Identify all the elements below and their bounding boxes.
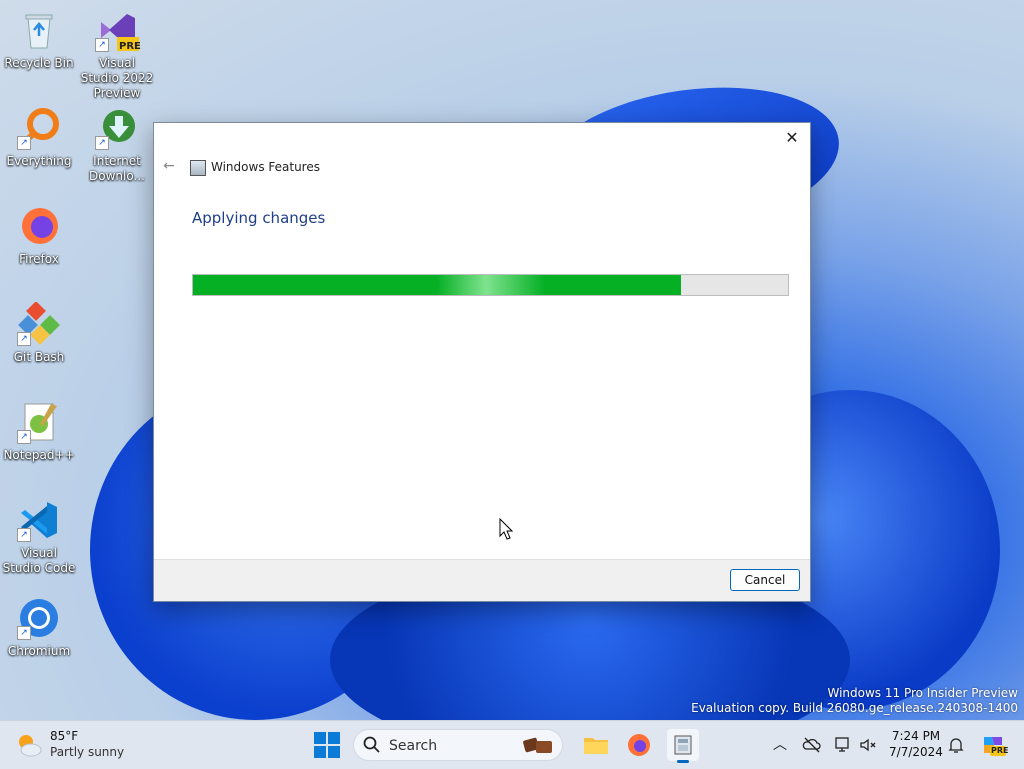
evaluation-watermark: Windows 11 Pro Insider Preview Evaluatio… [691, 686, 1018, 716]
weather-widget[interactable]: 85°F Partly sunny [16, 728, 156, 762]
active-app-indicator [677, 760, 689, 763]
onedrive-offline-icon[interactable] [802, 735, 822, 755]
clock-date: 7/7/2024 [889, 745, 943, 759]
watermark-line2: Evaluation copy. Build 26080.ge_release.… [691, 701, 1018, 715]
taskbar: 85°F Partly sunny Search ︿ 7:24 PM 7/7/2… [0, 720, 1024, 769]
vscode-icon: ↗ [17, 498, 61, 542]
shortcut-arrow-icon: ↗ [17, 430, 31, 444]
desktop-icon-notepad-plus-plus[interactable]: ↗ Notepad++ [1, 400, 77, 463]
file-explorer-button[interactable] [580, 729, 612, 761]
desktop-icon-git-bash[interactable]: ↗ Git Bash [1, 301, 77, 365]
desktop-icon-label: Git Bash [13, 350, 65, 364]
search-icon [363, 736, 381, 754]
desktop-icon-label: Everything [6, 154, 72, 168]
desktop-icon-label: Internet Downlo... [89, 154, 145, 183]
copilot-button[interactable]: PRE [980, 731, 1009, 757]
partly-sunny-icon [16, 732, 42, 758]
back-arrow-icon[interactable]: ← [160, 157, 178, 175]
windows-features-taskbar-button[interactable] [667, 729, 699, 763]
desktop-icon-recycle-bin[interactable]: Recycle Bin [1, 8, 77, 71]
firefox-icon [628, 734, 650, 756]
shortcut-arrow-icon: ↗ [17, 332, 31, 346]
progress-fill [193, 275, 681, 295]
search-placeholder: Search [389, 738, 438, 754]
shortcut-arrow-icon: ↗ [17, 528, 31, 542]
close-button[interactable]: ✕ [780, 127, 804, 149]
start-icon [314, 732, 326, 744]
start-icon-tile [328, 746, 340, 758]
git-bash-icon: ↗ [17, 301, 61, 346]
desktop-icon-internet-download-manager[interactable]: ↗ Internet Downlo... [79, 106, 155, 184]
network-icon[interactable] [833, 735, 853, 755]
desktop-icon-firefox[interactable]: Firefox [1, 204, 77, 267]
system-clock[interactable]: 7:24 PM 7/7/2024 [885, 728, 947, 760]
windows-features-icon [190, 160, 206, 176]
clock-time: 7:24 PM [891, 729, 941, 743]
desktop-icon-everything[interactable]: ↗ Everything [1, 106, 77, 169]
everything-search-icon: ↗ [17, 106, 61, 150]
chromium-icon: ↗ [17, 596, 61, 640]
desktop-icon-label: Chromium [7, 644, 71, 658]
desktop-icon-label: Firefox [19, 252, 59, 266]
dialog-footer: Cancel [154, 559, 810, 601]
volume-muted-icon[interactable] [858, 735, 878, 755]
show-hidden-icons-chevron-icon[interactable]: ︿ [770, 735, 790, 755]
start-icon-tile [328, 732, 340, 744]
desktop-icon-vscode[interactable]: ↗ Visual Studio Code [1, 498, 77, 576]
windows-features-icon [674, 735, 692, 755]
internet-download-manager-icon: ↗ [95, 106, 139, 150]
desktop-icon-label: Visual Studio 2022 Preview [80, 56, 154, 100]
desktop-icon-visual-studio[interactable]: PRE ↗ Visual Studio 2022 Preview [79, 8, 155, 101]
weather-description: Partly sunny [50, 745, 125, 759]
visual-studio-icon: PRE ↗ [95, 8, 141, 52]
firefox-taskbar-button[interactable] [623, 729, 655, 761]
notepad-plus-plus-icon: ↗ [17, 400, 61, 444]
dialog-title: Windows Features [211, 160, 320, 174]
progress-bar [192, 274, 789, 296]
copilot-pre-badge: PRE [991, 746, 1009, 755]
search-highlight-icon [522, 733, 556, 757]
shortcut-arrow-icon: ↗ [17, 136, 31, 150]
desktop-icon-label: Visual Studio Code [2, 546, 76, 575]
taskbar-search[interactable]: Search [353, 729, 563, 761]
desktop-icon-label: Recycle Bin [4, 56, 74, 70]
weather-temperature: 85°F [50, 729, 79, 743]
file-explorer-icon [584, 738, 608, 754]
notification-bell-icon[interactable] [946, 735, 966, 755]
shortcut-arrow-icon: ↗ [17, 626, 31, 640]
start-icon-tile [314, 746, 326, 758]
cancel-button[interactable]: Cancel [730, 569, 800, 591]
desktop-icon-chromium[interactable]: ↗ Chromium [1, 596, 77, 659]
windows-features-dialog: ✕ ← Windows Features Applying changes Ca… [153, 122, 811, 602]
shortcut-arrow-icon: ↗ [95, 38, 109, 52]
shortcut-arrow-icon: ↗ [95, 136, 109, 150]
pre-badge: PRE [119, 41, 141, 52]
recycle-bin-icon [17, 8, 61, 52]
firefox-icon [17, 204, 61, 248]
start-button[interactable] [314, 732, 340, 758]
status-heading: Applying changes [192, 209, 326, 227]
desktop-icon-label: Notepad++ [3, 448, 75, 462]
watermark-line1: Windows 11 Pro Insider Preview [827, 686, 1018, 700]
